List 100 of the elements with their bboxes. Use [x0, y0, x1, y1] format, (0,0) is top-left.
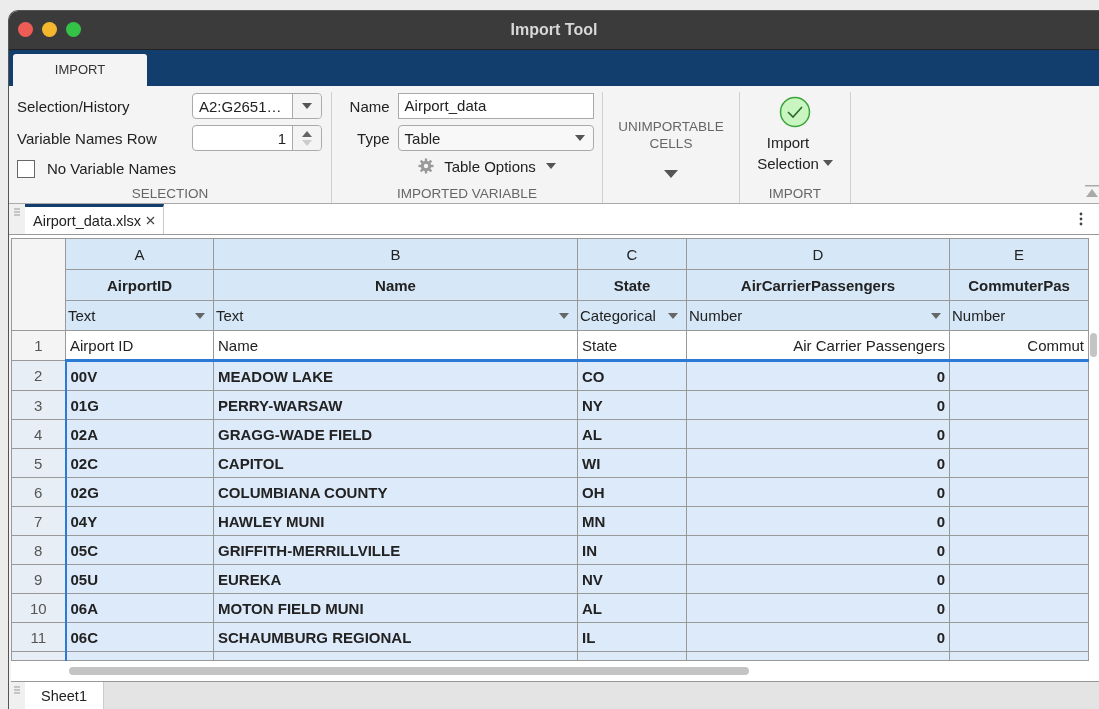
column-letter[interactable]: E	[949, 238, 1089, 270]
selection-dropdown[interactable]: A2:G2651…	[192, 93, 322, 120]
field-label: Name	[348, 97, 390, 115]
row-number: 7	[11, 506, 66, 536]
table-cell: CO	[577, 360, 687, 391]
table-cell: 0	[686, 593, 950, 623]
table-cell: IN	[577, 535, 687, 565]
field-label: Variable Names Row	[17, 129, 158, 147]
up-arrow-icon[interactable]	[302, 130, 312, 137]
table-cell: EUREKA	[213, 564, 578, 594]
table-cell: AL	[577, 419, 687, 449]
table-cell: 0	[686, 622, 950, 652]
row-number: 5	[11, 448, 66, 478]
file-tab[interactable]: Airport_data.xlsx	[25, 204, 164, 235]
table-cell: IL	[577, 622, 687, 652]
table-cell: 05U	[65, 564, 214, 594]
table-cell: GRAGG-WADE FIELD	[213, 419, 578, 449]
table-cell: 0	[686, 360, 950, 391]
table-cell: 06C	[65, 622, 214, 652]
column-letter[interactable]: A	[65, 238, 214, 270]
table-cell: 02A	[65, 419, 214, 449]
number-spinner[interactable]: 1	[192, 125, 322, 152]
row-number: 11	[11, 622, 66, 652]
column-name[interactable]: Name	[213, 269, 578, 301]
caret-icon	[195, 312, 205, 319]
table-cell: 0	[686, 390, 950, 420]
caret-icon	[931, 312, 941, 319]
table-cell: State	[577, 330, 687, 361]
ribbon-tab[interactable]: IMPORT	[13, 53, 147, 86]
table-cell: 00V	[65, 360, 214, 391]
field-label: Type	[356, 129, 390, 147]
sheet-tab[interactable]: Sheet1	[25, 682, 104, 709]
checkbox[interactable]	[17, 159, 35, 178]
table-cell: Name	[213, 330, 578, 361]
table-cell: 05C	[65, 535, 214, 565]
row-number: 8	[11, 535, 66, 565]
table-cell: 01G	[65, 390, 214, 420]
table-cell: MOTON FIELD MUNI	[213, 593, 578, 623]
table-cell: 0	[686, 448, 950, 478]
caret-icon	[823, 159, 833, 166]
table-cell: OH	[577, 477, 687, 507]
checkmark-icon	[779, 95, 811, 128]
row-number: 6	[11, 477, 66, 507]
row-number: 4	[11, 419, 66, 449]
table-cell: NY	[577, 390, 687, 420]
name-field[interactable]: Airport_data	[397, 93, 594, 120]
type-dropdown[interactable]: Table	[397, 125, 594, 152]
table-cell: Airport ID	[65, 330, 214, 361]
close-icon[interactable]	[146, 216, 155, 226]
section-label: IMPORT	[767, 186, 823, 204]
more-options-icon[interactable]	[1079, 212, 1083, 227]
table-cell: COLUMBIANA COUNTY	[213, 477, 578, 507]
table-cell: CAPITOL	[213, 448, 578, 478]
caret-icon	[559, 312, 569, 319]
column-letter[interactable]: C	[577, 238, 687, 270]
row-number: 3	[11, 390, 66, 420]
table-cell: Commut	[949, 330, 1089, 361]
window-title: Import Tool	[510, 20, 598, 39]
table-cell: Air Carrier Passengers	[686, 330, 950, 361]
section-label: IMPORTED VARIABLE	[396, 186, 538, 204]
table-cell: 02G	[65, 477, 214, 507]
checkbox-label: No Variable Names	[47, 160, 177, 178]
vertical-scrollbar[interactable]	[1090, 333, 1097, 358]
table-cell: NV	[577, 564, 687, 594]
table-cell: 0	[686, 419, 950, 449]
column-name[interactable]: AirCarrierPassengers	[686, 269, 950, 301]
table-cell: GRIFFITH-MERRILLVILLE	[213, 535, 578, 565]
row-number: 10	[11, 593, 66, 623]
row-number: 1	[11, 330, 66, 361]
caret-icon	[302, 103, 312, 110]
table-cell: 04Y	[65, 506, 214, 536]
field-label: Selection/History	[17, 97, 131, 115]
table-options-button[interactable]: Table Options	[414, 155, 560, 177]
row-number: 2	[11, 360, 66, 391]
caret-icon[interactable]	[664, 169, 678, 178]
table-cell: SCHAUMBURG REGIONAL	[213, 622, 578, 652]
row-number: 9	[11, 564, 66, 594]
table-cell: PERRY-WARSAW	[213, 390, 578, 420]
import-selection-button[interactable]: Import Selection	[747, 93, 843, 176]
table-cell: MN	[577, 506, 687, 536]
gear-icon	[418, 158, 435, 175]
horizontal-scrollbar[interactable]	[69, 667, 749, 676]
table-cell: 06A	[65, 593, 214, 623]
column-name[interactable]: AirportID	[65, 269, 214, 301]
section-label: SELECTION	[130, 186, 210, 204]
column-name[interactable]: State	[577, 269, 687, 301]
unimportable-cells-label: UNIMPORTABLE CELLS	[617, 117, 725, 153]
close-button[interactable]	[18, 22, 33, 38]
table-cell: 0	[686, 564, 950, 594]
minimize-button[interactable]	[42, 22, 57, 38]
caret-icon	[545, 163, 556, 170]
caret-icon	[668, 312, 678, 319]
table-cell: 0	[686, 535, 950, 565]
column-letter[interactable]: B	[213, 238, 578, 270]
table-cell: MEADOW LAKE	[213, 360, 578, 391]
column-name[interactable]: CommuterPas	[949, 269, 1089, 301]
column-letter[interactable]: D	[686, 238, 950, 270]
zoom-button[interactable]	[66, 22, 81, 38]
table-cell: 0	[686, 506, 950, 536]
table-cell: 02C	[65, 448, 214, 478]
